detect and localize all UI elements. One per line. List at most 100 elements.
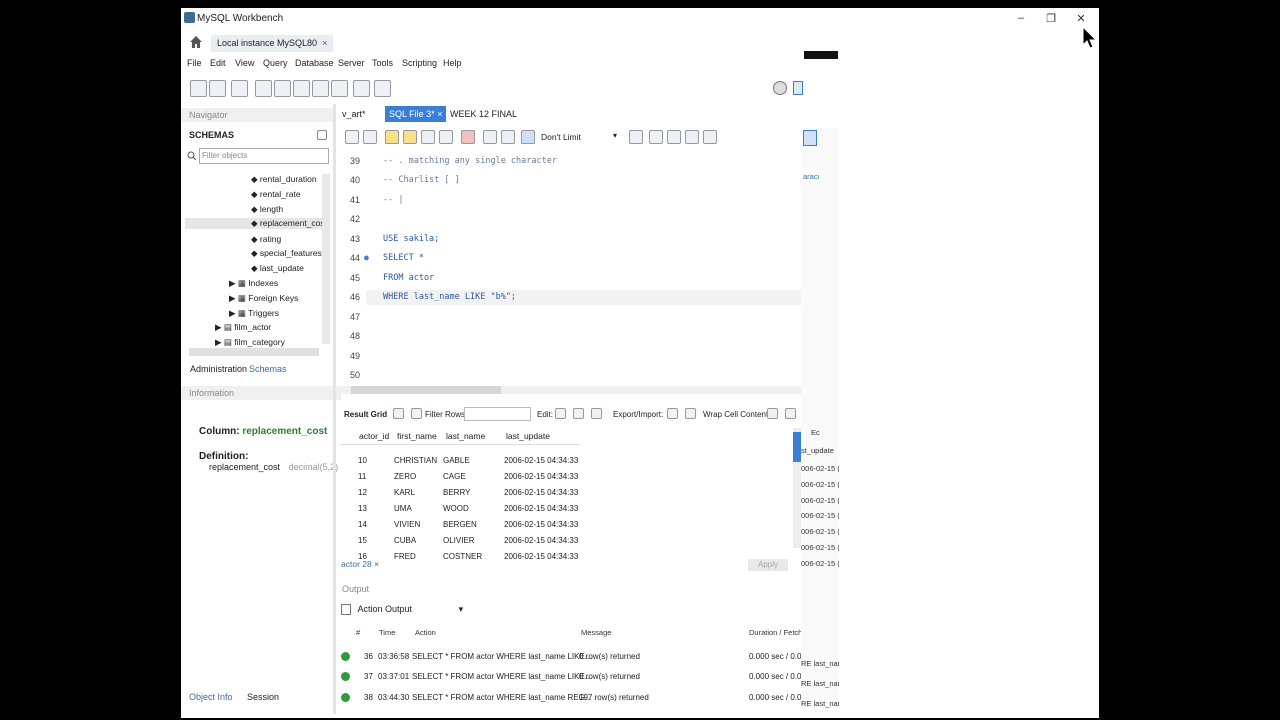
cell[interactable]: COSTNER <box>443 552 482 561</box>
cell[interactable]: 2006-02-15 04:34:33 <box>504 472 578 481</box>
cell[interactable]: BERRY <box>443 488 470 497</box>
limit-select[interactable]: Don't Limit <box>541 132 581 142</box>
tree-column-rental_rate[interactable]: ◆ rental_rate <box>251 189 301 200</box>
cell[interactable]: KARL <box>394 488 415 497</box>
tree-foreign-keys[interactable]: ▶ ▦ Foreign Keys <box>229 293 298 304</box>
menu-scripting[interactable]: Scripting <box>402 58 437 68</box>
navigator-scrollbar[interactable] <box>322 174 330 344</box>
tab-session[interactable]: Session <box>247 692 279 702</box>
autocommit-icon[interactable] <box>521 130 535 144</box>
wrap-cell-icon[interactable] <box>767 408 778 419</box>
tab-schemas[interactable]: Schemas <box>249 364 287 374</box>
output-action[interactable]: SELECT * FROM actor WHERE last_name REG.… <box>412 693 591 702</box>
chevron-down-icon[interactable]: ▾ <box>613 131 617 140</box>
toggle-error-icon[interactable] <box>461 130 475 144</box>
inspector-icon[interactable] <box>231 80 248 97</box>
filter-rows-input[interactable] <box>464 407 531 421</box>
rollback-icon[interactable] <box>501 130 515 144</box>
editor-hscrollbar[interactable] <box>341 386 821 394</box>
reconnect-icon[interactable] <box>374 80 391 97</box>
commit-icon[interactable] <box>483 130 497 144</box>
stop-icon[interactable] <box>439 130 453 144</box>
output-action[interactable]: SELECT * FROM actor WHERE last_name LIKE… <box>412 672 591 681</box>
export-icon[interactable] <box>667 408 678 419</box>
grid-vscrollbar[interactable] <box>793 428 801 548</box>
settings-gear-icon[interactable] <box>773 81 787 95</box>
wrap-lines-icon[interactable] <box>703 130 717 144</box>
cell[interactable]: CAGE <box>443 472 466 481</box>
cell[interactable]: CUBA <box>394 536 416 545</box>
cell[interactable]: OLIVIER <box>443 536 475 545</box>
navigator-hscrollbar[interactable] <box>189 348 319 356</box>
result-grid-label[interactable]: Result Grid <box>344 410 387 419</box>
home-icon[interactable] <box>189 35 203 49</box>
cell[interactable]: 2006-02-15 04:34:33 <box>504 552 578 561</box>
cell[interactable]: WOOD <box>443 504 469 513</box>
refresh-schemas-icon[interactable] <box>317 130 327 140</box>
save-icon[interactable] <box>363 130 377 144</box>
grid-icon[interactable] <box>393 408 404 419</box>
create-table-icon[interactable] <box>274 80 291 97</box>
tree-column-length[interactable]: ◆ length <box>251 204 283 215</box>
add-row-icon[interactable] <box>573 408 584 419</box>
close-tab-icon[interactable]: × <box>437 109 442 119</box>
beautify-icon[interactable] <box>649 130 663 144</box>
minimize-button[interactable]: – <box>1011 12 1031 26</box>
find-icon[interactable] <box>667 130 681 144</box>
import-icon[interactable] <box>685 408 696 419</box>
invisible-chars-icon[interactable] <box>685 130 699 144</box>
create-schema-icon[interactable] <box>255 80 272 97</box>
execute-icon[interactable] <box>385 130 399 144</box>
cell[interactable]: 2006-02-15 04:34:33 <box>504 504 578 513</box>
cell[interactable]: 15 <box>358 536 367 545</box>
cell[interactable]: CHRISTIAN <box>394 456 437 465</box>
cell[interactable]: 13 <box>358 504 367 513</box>
result-panel-icon[interactable] <box>785 408 796 419</box>
cell[interactable]: 2006-02-15 04:34:33 <box>504 456 578 465</box>
connection-tab[interactable]: Local instance MySQL80 × <box>211 35 334 52</box>
cell[interactable]: UMA <box>394 504 412 513</box>
result-tab-actor[interactable]: actor 28 × <box>341 559 379 569</box>
explain-icon[interactable] <box>421 130 435 144</box>
menu-view[interactable]: View <box>235 58 254 68</box>
menu-file[interactable]: File <box>187 58 202 68</box>
cell[interactable]: 10 <box>358 456 367 465</box>
tree-table-film_actor[interactable]: ▶ ▤ film_actor <box>215 322 271 333</box>
cell[interactable]: 14 <box>358 520 367 529</box>
tree-column-rating[interactable]: ◆ rating <box>251 234 281 245</box>
open-sql-script-icon[interactable] <box>209 80 226 97</box>
delete-row-icon[interactable] <box>591 408 602 419</box>
action-output-select[interactable]: Action Output <box>358 604 413 614</box>
menu-database[interactable]: Database <box>295 58 334 68</box>
menu-query[interactable]: Query <box>263 58 288 68</box>
menu-edit[interactable]: Edit <box>210 58 226 68</box>
cell[interactable]: 2006-02-15 04:34:33 <box>504 536 578 545</box>
open-file-icon[interactable] <box>345 130 359 144</box>
tree-column-rental_duration[interactable]: ◆ rental_duration <box>251 174 317 185</box>
tree-triggers[interactable]: ▶ ▦ Triggers <box>229 308 279 319</box>
create-view-icon[interactable] <box>293 80 310 97</box>
cell[interactable]: GABLE <box>443 456 470 465</box>
execute-current-icon[interactable] <box>403 130 417 144</box>
tree-column-special_features[interactable]: ◆ special_features <box>251 248 322 259</box>
create-procedure-icon[interactable] <box>312 80 329 97</box>
output-selector[interactable]: Action Output ▾ <box>341 604 464 616</box>
new-sql-tab-icon[interactable] <box>190 80 207 97</box>
tree-column-replacement_cost[interactable]: ◆ replacement_cos <box>185 218 325 229</box>
panel-toggle-icon[interactable] <box>793 81 803 95</box>
col-last_update[interactable]: last_update <box>506 431 550 441</box>
bookmark-icon[interactable] <box>629 130 643 144</box>
output-action[interactable]: SELECT * FROM actor WHERE last_name LIKE… <box>412 652 591 661</box>
restore-button[interactable]: ❐ <box>1041 12 1061 26</box>
sql-editor[interactable]: 39 -- . matching any single character 40… <box>336 152 826 386</box>
cell[interactable]: 12 <box>358 488 367 497</box>
cell[interactable]: BERGEN <box>443 520 477 529</box>
col-actor_id[interactable]: actor_id <box>359 431 389 441</box>
search-table-data-icon[interactable] <box>353 80 370 97</box>
cell[interactable]: 11 <box>358 472 366 481</box>
refresh-icon[interactable] <box>411 408 422 419</box>
chevron-down-icon[interactable]: ▾ <box>459 604 464 614</box>
cell[interactable]: 2006-02-15 04:34:33 <box>504 488 578 497</box>
filter-objects-input[interactable]: Filter objects <box>199 148 329 164</box>
tab-sql-file-3[interactable]: SQL File 3* × <box>385 106 447 122</box>
